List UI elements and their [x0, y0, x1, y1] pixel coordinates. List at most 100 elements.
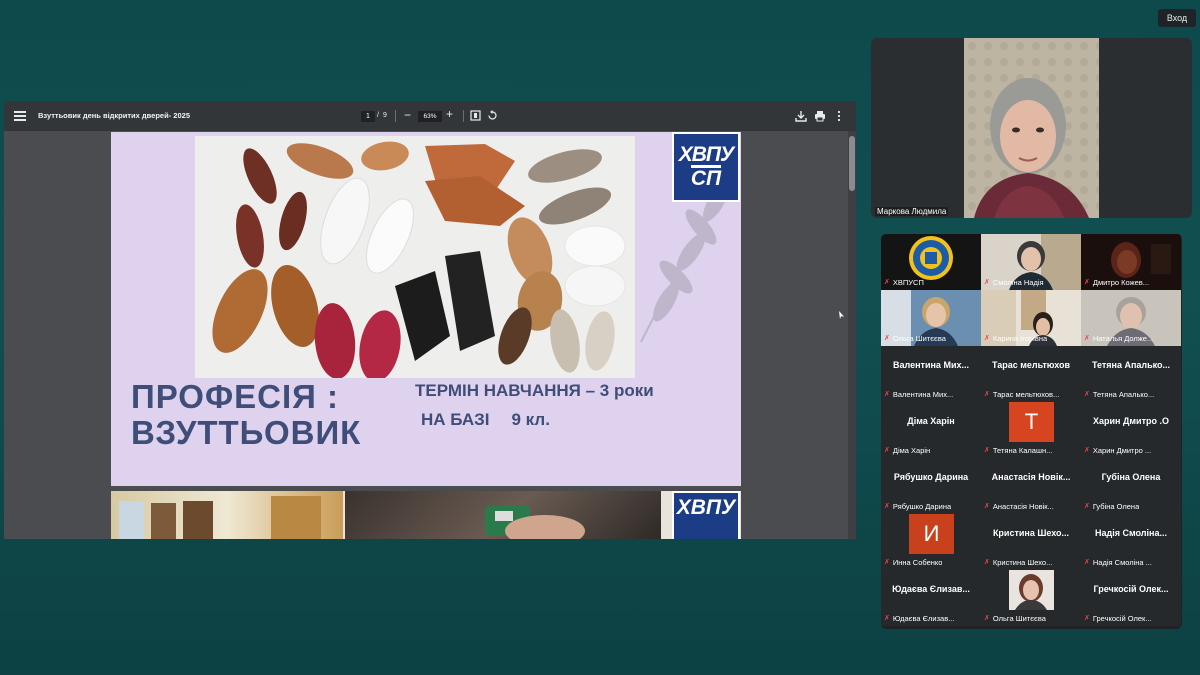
- fit-page-icon[interactable]: [469, 109, 482, 122]
- participant-tile[interactable]: И ✗ Инна Собенко: [881, 514, 981, 570]
- logo-line-1: ХВПУ: [678, 143, 734, 167]
- participant-label: ✗ Юдаєва Єлизав...: [884, 613, 954, 623]
- participant-display-name: Тарас мельтюхов: [991, 360, 1071, 370]
- zoom-in-button[interactable]: +: [446, 107, 453, 121]
- participant-display-name: Валентина Мих...: [893, 360, 969, 370]
- participant-tile[interactable]: ✗ Наталья Долже...: [1081, 290, 1181, 346]
- participant-tile[interactable]: ✗ Ольга Шитєєва: [981, 570, 1081, 626]
- participant-tile[interactable]: Кристина Шехо... ✗ Кристина Шехо...: [981, 514, 1081, 570]
- zoom-level-input[interactable]: 63%: [418, 111, 442, 122]
- participant-label: ✗ ХВПУСП: [884, 277, 924, 287]
- participant-label: ✗ Губіна Олена: [1084, 501, 1139, 511]
- participant-display-name: Харин Дмитро .О: [1093, 416, 1169, 426]
- mouse-cursor-icon: [839, 311, 844, 319]
- participant-tile[interactable]: ✗ Дмитро Кожев...: [1081, 234, 1181, 290]
- participant-tile[interactable]: Тетяна Апалько... ✗ Тетяна Апалько...: [1081, 346, 1181, 402]
- zoom-out-button[interactable]: −: [404, 108, 411, 122]
- participant-name: Надія Смоліна ...: [1092, 557, 1152, 567]
- scrollbar-thumb[interactable]: [849, 136, 855, 191]
- participant-tile[interactable]: Губіна Олена ✗ Губіна Олена: [1081, 458, 1181, 514]
- participant-name: Губіна Олена: [1092, 501, 1140, 511]
- participant-tile[interactable]: ✗ Ольга Шитєєва: [881, 290, 981, 346]
- participant-label: ✗ Дмитро Кожев...: [1084, 277, 1149, 287]
- participants-grid: ✗ ХВПУСП ✗ Смоліна Надія ✗ Дмитро Кожев... …: [881, 234, 1182, 629]
- document-title: Взуттьовик день відкритих дверей- 2025: [38, 111, 190, 120]
- participant-display-name: Надія Смоліна...: [1095, 528, 1167, 538]
- presenter-name: Маркова Людмила: [875, 207, 949, 216]
- mic-muted-icon: ✗: [984, 391, 990, 398]
- participant-tile[interactable]: Юдаєва Єлизав... ✗ Юдаєва Єлизав...: [881, 570, 981, 626]
- participant-tile[interactable]: Рябушко Дарина ✗ Рябушко Дарина: [881, 458, 981, 514]
- participant-display-name: Анастасія Новік...: [991, 472, 1071, 482]
- participant-display-name: Рябушко Дарина: [893, 472, 969, 482]
- mic-muted-icon: ✗: [1084, 447, 1090, 454]
- participant-tile[interactable]: Анастасія Новік... ✗ Анастасія Новік...: [981, 458, 1081, 514]
- participant-display-name: Кристина Шехо...: [992, 528, 1070, 538]
- participant-tile[interactable]: ✗ Смоліна Надія: [981, 234, 1081, 290]
- participant-tile[interactable]: Харин Дмитро .О ✗ Харин Дмитро ...: [1081, 402, 1181, 458]
- page-number-input[interactable]: 1: [361, 111, 375, 122]
- pdf-viewer: Взуттьовик день відкритих дверей- 2025 1…: [4, 101, 856, 539]
- rotate-icon[interactable]: [486, 109, 499, 122]
- participant-label: ✗ Валентина Мих...: [884, 389, 953, 399]
- participant-name: Гречкосій Олек...: [1092, 613, 1152, 623]
- mic-muted-icon: ✗: [1084, 615, 1090, 622]
- menu-icon[interactable]: [14, 111, 26, 121]
- participant-name: Валентина Мих...: [892, 389, 954, 399]
- mic-muted-icon: ✗: [1084, 503, 1090, 510]
- participant-display-name: Діма Харін: [907, 416, 955, 426]
- slide-1: ХВПУ СП ПРОФЕСІЯ : ВЗУТТЬОВИК ТЕРМІН НАВ…: [111, 132, 741, 486]
- participant-tile[interactable]: Т ✗ Тетяна Калашн...: [981, 402, 1081, 458]
- participant-name: Кристина Шехо...: [992, 557, 1053, 567]
- participant-display-name: Гречкосій Олек...: [1093, 584, 1169, 594]
- print-icon[interactable]: [813, 109, 826, 122]
- vertical-scrollbar[interactable]: [848, 131, 856, 539]
- participant-name: Смоліна Надія: [992, 277, 1044, 287]
- participant-tile[interactable]: Діма Харін ✗ Діма Харін: [881, 402, 981, 458]
- study-term: ТЕРМІН НАВЧАННЯ – 3 роки: [415, 381, 654, 400]
- slide-2: ХВПУ: [111, 491, 741, 539]
- participant-label: ✗ Инна Собенко: [884, 557, 942, 567]
- more-options-icon[interactable]: [832, 109, 845, 122]
- mic-muted-icon: ✗: [984, 335, 990, 342]
- participant-label: ✗ Анастасія Новік...: [984, 501, 1054, 511]
- participant-tile[interactable]: Валентина Мих... ✗ Валентина Мих...: [881, 346, 981, 402]
- participant-avatar: И: [909, 514, 954, 554]
- participant-label: ✗ Наталья Долже...: [1084, 333, 1153, 343]
- participant-label: ✗ Кристина Шехо...: [984, 557, 1052, 567]
- participant-display-name: Губіна Олена: [1101, 472, 1161, 482]
- college-logo: ХВПУ СП: [672, 132, 740, 202]
- participant-label: ✗ Тетяна Калашн...: [984, 445, 1052, 455]
- mic-muted-icon: ✗: [984, 559, 990, 566]
- participant-label: ✗ Смоліна Надія: [984, 277, 1044, 287]
- participant-avatar: Т: [1009, 402, 1054, 442]
- participant-label: ✗ Діма Харін: [884, 445, 930, 455]
- participant-name: Ольга Шитєєва: [992, 613, 1046, 623]
- participant-tile[interactable]: Гречкосій Олек... ✗ Гречкосій Олек...: [1081, 570, 1181, 626]
- login-button[interactable]: Вход: [1158, 9, 1196, 27]
- participant-tile[interactable]: ✗ Карина Ігорівна: [981, 290, 1081, 346]
- mic-muted-icon: ✗: [884, 279, 890, 286]
- participant-name: Тетяна Калашн...: [992, 445, 1053, 455]
- participant-tile[interactable]: Надія Смоліна... ✗ Надія Смоліна ...: [1081, 514, 1181, 570]
- participant-label: ✗ Карина Ігорівна: [984, 333, 1047, 343]
- participant-label: ✗ Ольга Шитєєва: [984, 613, 1046, 623]
- participant-tile[interactable]: ✗ ХВПУСП: [881, 234, 981, 290]
- mic-muted-icon: ✗: [884, 615, 890, 622]
- study-base-label: НА БАЗІ: [421, 410, 490, 429]
- download-icon[interactable]: [794, 109, 807, 122]
- toolbar-divider: [395, 110, 396, 122]
- participant-name: Харин Дмитро ...: [1092, 445, 1152, 455]
- mic-muted-icon: ✗: [984, 503, 990, 510]
- participant-name: Тетяна Апалько...: [1092, 389, 1155, 399]
- participant-name: Карина Ігорівна: [992, 333, 1048, 343]
- participant-tile[interactable]: Тарас мельтюхов ✗ Тарас мельтюхов...: [981, 346, 1081, 402]
- participant-name: Юдаєва Єлизав...: [892, 613, 955, 623]
- mic-muted-icon: ✗: [1084, 279, 1090, 286]
- workshop-photo: [345, 491, 661, 539]
- participant-display-name: Юдаєва Єлизав...: [892, 584, 970, 594]
- study-base: НА БАЗІ 9 кл.: [421, 410, 550, 430]
- presenter-tile[interactable]: Маркова Людмила: [871, 38, 1192, 218]
- mic-muted-icon: ✗: [984, 447, 990, 454]
- participant-name: Наталья Долже...: [1092, 333, 1154, 343]
